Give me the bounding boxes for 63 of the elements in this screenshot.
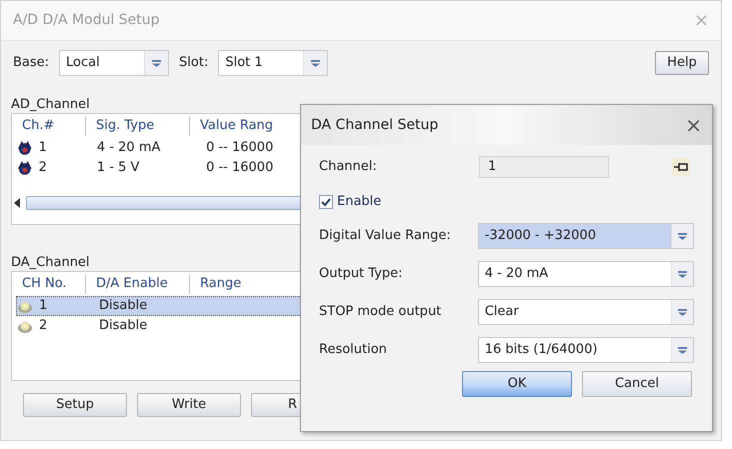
table-cell-text: Disable xyxy=(99,317,148,336)
table-cell-text: 2 xyxy=(38,159,48,178)
dropdown-arrow-icon xyxy=(152,60,162,66)
dialog-button[interactable]: Cancel xyxy=(582,371,692,397)
dropdown[interactable]: Local xyxy=(59,50,170,76)
field-label: Digital Value Range: xyxy=(319,227,452,246)
action-button[interactable]: Setup xyxy=(23,393,127,417)
dropdown-button[interactable] xyxy=(303,51,328,75)
dialog-button[interactable]: OK xyxy=(462,371,572,397)
dropdown-arrow-icon xyxy=(678,270,687,278)
dropdown-value: Local xyxy=(65,54,101,72)
help-button[interactable]: Help xyxy=(655,51,709,75)
dropdown[interactable]: Slot 1 xyxy=(218,50,328,76)
dropdown-value: -32000 - +32000 xyxy=(478,224,671,248)
list-row[interactable]: 1 4 - 20 mA 0 -- 16000 xyxy=(16,138,316,158)
dropdown-button[interactable] xyxy=(671,224,693,248)
dropdown[interactable]: -32000 - +32000 xyxy=(478,223,694,249)
checkbox[interactable] xyxy=(319,195,333,209)
column-header[interactable]: CH No. xyxy=(12,274,86,294)
table-cell-text: Disable xyxy=(99,297,148,316)
table-cell-text: 1 xyxy=(38,297,48,316)
dropdown-button[interactable] xyxy=(671,338,693,362)
dropdown-value: 16 bits (1/64000) xyxy=(484,341,598,359)
dropdown[interactable]: Clear xyxy=(478,299,694,325)
table-cell-text: 2 xyxy=(38,317,48,336)
field-label: Channel: xyxy=(319,158,378,176)
section-label: AD_Channel xyxy=(11,96,91,113)
table-cell-text: 4 - 20 mA xyxy=(96,139,162,158)
dropdown[interactable]: 4 - 20 mA xyxy=(478,261,694,287)
table-cell-text: 0 -- 16000 xyxy=(205,159,274,178)
table-cell-text: 1 xyxy=(38,139,48,158)
close-button[interactable]: × xyxy=(685,110,702,140)
list-row[interactable]: 2 Disable xyxy=(16,316,316,336)
field-label: Output Type: xyxy=(319,265,404,284)
column-header[interactable]: Sig. Type xyxy=(86,116,190,136)
dropdown-arrow-icon xyxy=(311,60,320,66)
action-button[interactable]: Write xyxy=(137,393,241,417)
dropdown-button[interactable] xyxy=(671,262,693,286)
table-cell-text: 0 -- 16000 xyxy=(205,139,274,158)
column-header[interactable]: Ch.# xyxy=(12,116,86,136)
dropdown[interactable]: 16 bits (1/64000) xyxy=(478,337,694,363)
scroll-left-icon[interactable] xyxy=(14,198,22,208)
dropdown-arrow-icon xyxy=(678,346,687,354)
slot-label: Slot: xyxy=(179,54,208,72)
field-label: Resolution xyxy=(319,341,388,360)
channel-field: 1 xyxy=(479,156,609,178)
dropdown-arrow-icon xyxy=(678,232,687,240)
dropdown-arrow-icon xyxy=(678,308,687,316)
checkbox-label: Enable xyxy=(337,193,382,212)
dropdown-button[interactable] xyxy=(144,51,168,75)
dropdown-value: Clear xyxy=(484,303,520,321)
pin-icon[interactable] xyxy=(672,158,690,176)
section-label: DA_Channel xyxy=(11,254,91,271)
list-row[interactable]: 2 1 - 5 V 0 -- 16000 xyxy=(16,158,316,178)
dropdown-value: Slot 1 xyxy=(224,54,264,72)
dialog-title: DA Channel Setup xyxy=(311,116,440,134)
table-cell-text: 1 - 5 V xyxy=(96,159,140,178)
field-label: STOP mode output xyxy=(319,303,442,322)
column-header[interactable]: D/A Enable xyxy=(86,274,190,294)
dropdown-value: 4 - 20 mA xyxy=(484,265,550,283)
window-title: A/D D/A Modul Setup xyxy=(13,11,161,30)
base-label: Base: xyxy=(13,54,50,72)
dropdown-button[interactable] xyxy=(671,300,693,324)
